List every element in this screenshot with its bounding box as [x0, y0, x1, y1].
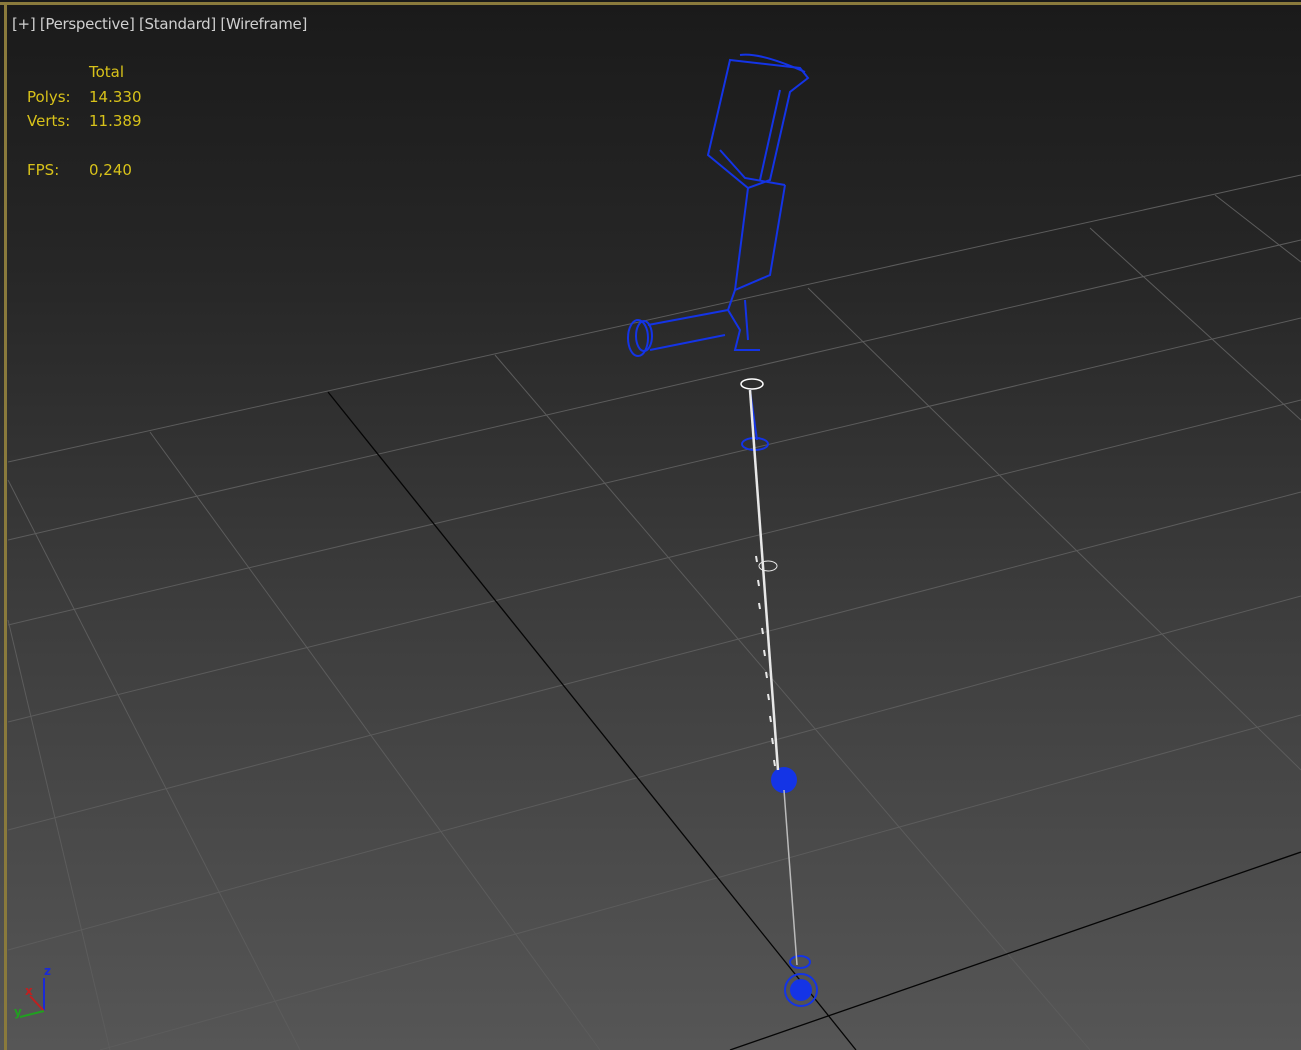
stats-fps-value: 0,240 [89, 161, 132, 179]
active-viewport-border-top [0, 2, 1301, 5]
axis-z-label: z [44, 964, 51, 978]
stats-header: Total [89, 63, 125, 81]
scene-canvas[interactable] [0, 0, 1301, 1050]
grid-main-axes [327, 391, 1301, 1050]
viewport-point-of-view-menu[interactable]: [Perspective] [40, 15, 135, 33]
axis-x-label: x [25, 984, 33, 998]
active-viewport-border-left [4, 2, 7, 1050]
crutch-wireframe [627, 53, 818, 1007]
viewport-plus-menu[interactable]: [+] [12, 15, 36, 33]
perspective-viewport[interactable]: [+] [Perspective] [Standard] [Wireframe]… [0, 0, 1301, 1050]
stats-fps-label: FPS: [27, 161, 60, 179]
stats-polys-value: 14.330 [89, 88, 142, 106]
viewport-display-mode-menu[interactable]: [Wireframe] [220, 15, 307, 33]
axis-y-label: y [14, 1005, 22, 1019]
stats-polys-label: Polys: [27, 88, 71, 106]
crutch-shaft-selected [748, 389, 798, 966]
viewport-shading-preset-menu[interactable]: [Standard] [139, 15, 216, 33]
stats-verts-value: 11.389 [89, 112, 142, 130]
stats-verts-label: Verts: [27, 112, 71, 130]
viewport-label-menu: [+] [Perspective] [Standard] [Wireframe] [12, 15, 307, 33]
